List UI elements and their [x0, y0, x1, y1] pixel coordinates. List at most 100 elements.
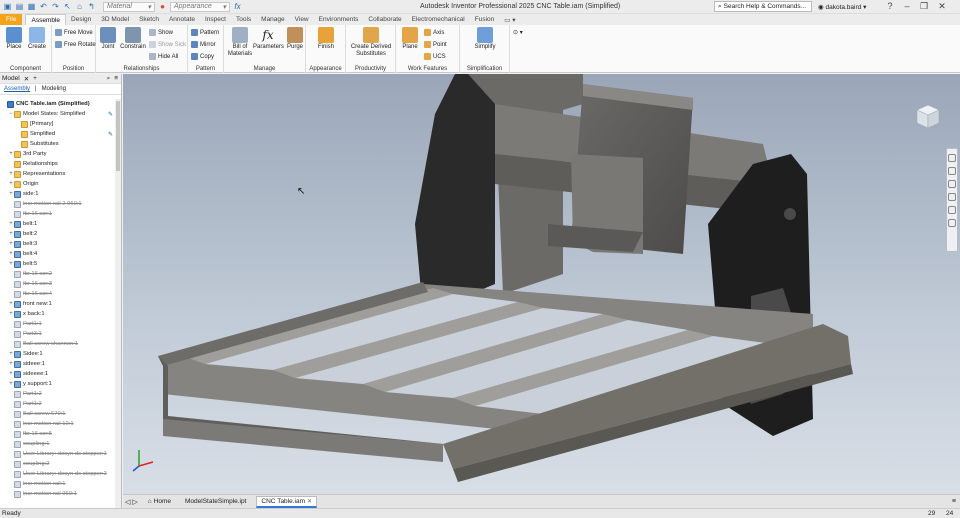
tree-node[interactable]: Part3:1 [0, 329, 115, 339]
appearance-combo[interactable]: Appearance ▾ [170, 1, 230, 12]
edit-pencil-icon[interactable]: ✎ [108, 111, 113, 118]
tree-node[interactable]: fbr 16 ssr:4 [0, 289, 115, 299]
tree-node[interactable]: fbr 16 ssr:5 [0, 429, 115, 439]
free-move-button[interactable]: Free Move [55, 29, 93, 36]
tab-assemble[interactable]: Assemble [25, 14, 67, 25]
tab-file[interactable]: File [0, 14, 23, 25]
left-side-plate[interactable] [415, 74, 495, 314]
tree-node[interactable]: + Origin [0, 179, 115, 189]
return-icon[interactable]: ↰ [87, 2, 96, 11]
simplify-button[interactable]: Simplify [470, 27, 500, 51]
tree-node[interactable]: + belt:5 [0, 259, 115, 269]
parameters-button[interactable]: fx Parameters [253, 27, 284, 51]
material-combo[interactable]: Material ▾ [103, 1, 155, 12]
tab-manage[interactable]: Manage [256, 14, 290, 25]
undo-icon[interactable]: ↶ [39, 2, 48, 11]
user-account[interactable]: ◉ dakota.baird ▾ [818, 3, 866, 11]
tab-design[interactable]: Design [66, 14, 96, 25]
tab-environments[interactable]: Environments [314, 14, 364, 25]
tab-view[interactable]: View [290, 14, 314, 25]
tab-collaborate[interactable]: Collaborate [363, 14, 406, 25]
help-search-field[interactable]: ⌕ Search Help & Commands... [714, 1, 812, 12]
tree-node[interactable]: + belt:4 [0, 249, 115, 259]
tree-node[interactable]: fbr 16 ssr:3 [0, 279, 115, 289]
tree-node[interactable]: Substitutes [0, 139, 115, 149]
tree-node[interactable]: Ball screw 670:1 [0, 409, 115, 419]
tree-node[interactable]: + sideeee:1 [0, 369, 115, 379]
tree-node[interactable]: Relationships [0, 159, 115, 169]
constrain-button[interactable]: Constrain [119, 27, 147, 51]
tree-node[interactable]: − Model States: Simplified ✎ [0, 109, 115, 119]
tab-inspect[interactable]: Inspect [200, 14, 231, 25]
zoom-icon[interactable] [948, 180, 956, 188]
joint-button[interactable]: Joint [97, 27, 119, 51]
tree-node[interactable]: Part1:1 [0, 319, 115, 329]
plane-button[interactable]: Plane [399, 27, 421, 51]
new-icon[interactable]: ▣ [3, 2, 12, 11]
mirror-button[interactable]: Mirror [191, 41, 216, 48]
help-icon[interactable]: ? [884, 1, 896, 11]
hide-all-button[interactable]: Hide All [149, 53, 178, 60]
tree-node[interactable]: fbr 16 ssr:2 [0, 269, 115, 279]
tree-node[interactable]: lncr motion rail 10:1 [0, 419, 115, 429]
tree-node[interactable]: + sideee:1 [0, 359, 115, 369]
tree-node[interactable]: + belt:1 [0, 219, 115, 229]
tree-node[interactable]: coupling:2 [0, 459, 115, 469]
add-browser-icon[interactable]: + [33, 75, 37, 82]
doc-tabs-scroll-icon[interactable]: ◁ ▷ [125, 498, 138, 506]
tree-node[interactable]: User Library: dosyn dc stepper:1 [0, 449, 115, 459]
home-icon[interactable]: ⌂ [75, 2, 84, 11]
edit-pencil-icon[interactable]: ✎ [108, 131, 113, 138]
copy-button[interactable]: Copy [191, 53, 214, 60]
tree-node[interactable]: Ball screw shannon:1 [0, 339, 115, 349]
look-at-icon[interactable] [948, 206, 956, 214]
tree-node[interactable]: lncr motion rail 960:1 [0, 489, 115, 499]
free-rotate-button[interactable]: Free Rotate [55, 41, 96, 48]
select-icon[interactable]: ↖ [63, 2, 72, 11]
orbit-icon[interactable] [948, 193, 956, 201]
tab-modeling[interactable]: Modeling [42, 86, 66, 92]
tree-node[interactable]: + Sidee:1 [0, 349, 115, 359]
tree-node[interactable]: + side:1 [0, 189, 115, 199]
ribbon-more-icon[interactable]: ⊙ ▾ [513, 29, 523, 36]
tree-node[interactable]: CNC Table.iam (Simplified) [0, 99, 115, 109]
doc-tab-home[interactable]: ⌂ Home [144, 497, 175, 506]
tab-sketch[interactable]: Sketch [134, 14, 164, 25]
tab-annotate[interactable]: Annotate [164, 14, 200, 25]
create-derived-substitutes-button[interactable]: Create Derived Substitutes [348, 27, 394, 58]
finish-button[interactable]: Finish [312, 27, 340, 51]
bill-of-materials-button[interactable]: Bill of Materials [227, 27, 253, 58]
scrollbar-thumb[interactable] [116, 101, 120, 171]
full-navigation-wheel-icon[interactable] [948, 154, 956, 162]
tree-node[interactable]: lncr motion rail:1 [0, 479, 115, 489]
tree-node[interactable]: + belt:2 [0, 229, 115, 239]
parameters-icon[interactable]: fx [233, 2, 242, 11]
tree-node[interactable]: coupling:1 [0, 439, 115, 449]
tree-node[interactable]: fbr 16 ssr:1 [0, 209, 115, 219]
save-icon[interactable]: ▦ [27, 2, 36, 11]
tree-node[interactable]: Simplified ✎ [0, 129, 115, 139]
navbar-options-icon[interactable] [948, 219, 956, 227]
tab-3d-model[interactable]: 3D Model [96, 14, 134, 25]
tree-node[interactable]: Part1:2 [0, 399, 115, 409]
doc-tab-cnc-table[interactable]: CNC Table.iam ✕ [256, 495, 318, 508]
close-browser-icon[interactable]: ✕ [24, 75, 29, 83]
tree-node[interactable]: + front new:1 [0, 299, 115, 309]
tree-node[interactable]: Part1:2 [0, 389, 115, 399]
tree-node[interactable]: + Representations [0, 169, 115, 179]
create-button[interactable]: Create [26, 27, 48, 51]
search-icon[interactable]: ⌕ [107, 75, 111, 83]
doc-tab-modelstatesimple[interactable]: ModelStateSimple.ipt [181, 497, 250, 506]
graphics-viewport[interactable]: ↖ [123, 74, 960, 494]
restore-icon[interactable]: ❐ [918, 1, 930, 12]
pattern-button[interactable]: Pattern [191, 29, 219, 36]
tab-tools[interactable]: Tools [231, 14, 256, 25]
place-button[interactable]: Place [3, 27, 25, 51]
menu-icon[interactable]: ≡ [114, 75, 121, 82]
tab-assembly[interactable]: Assembly [4, 86, 30, 92]
tree-node[interactable]: + y support:1 [0, 379, 115, 389]
tree-node[interactable]: [Primary] [0, 119, 115, 129]
viewcube[interactable] [914, 102, 942, 130]
purge-button[interactable]: Purge [285, 27, 305, 51]
doc-tabs-menu-icon[interactable]: ≡ [952, 498, 960, 505]
